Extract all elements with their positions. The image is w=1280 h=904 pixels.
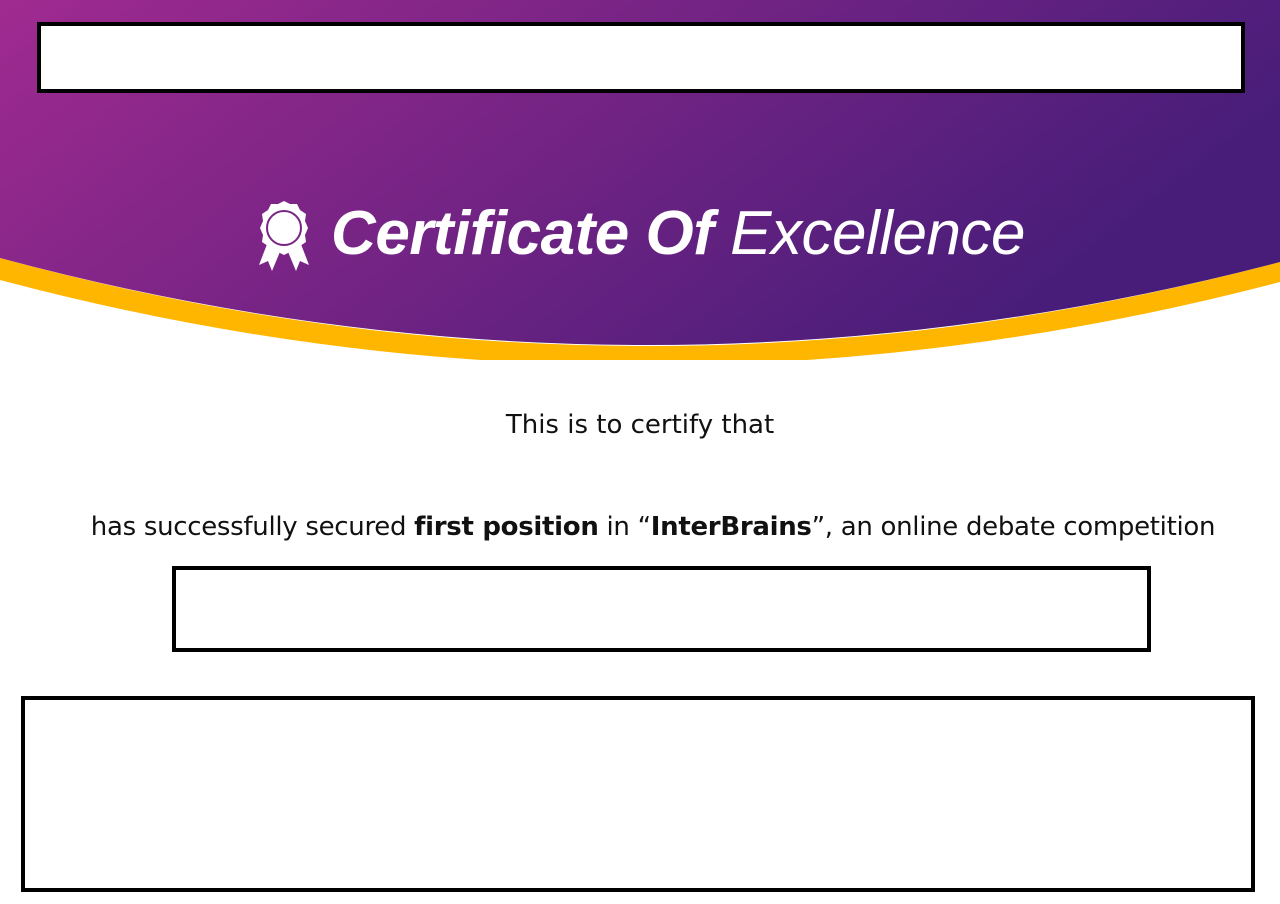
achievement-position: first position: [414, 512, 599, 542]
award-ribbon-icon: [259, 201, 310, 271]
title-light: Excellence: [730, 199, 1025, 268]
title-text: Certificate Of Excellence: [331, 203, 1025, 265]
redacted-block-top: [37, 22, 1245, 93]
certificate-title: Certificate Of Excellence: [0, 192, 1280, 276]
title-bold: Certificate Of: [331, 199, 714, 268]
achievement-suffix: ”, an online debate competition: [811, 512, 1216, 542]
achievement-text: has successfully secured first position …: [0, 512, 1280, 542]
achievement-prefix: has successfully secured: [90, 512, 415, 542]
redacted-block-bottom: [21, 696, 1255, 892]
achievement-middle: in “: [598, 512, 652, 542]
competition-name: InterBrains: [650, 512, 812, 542]
certificate-page: Certificate Of Excellence This is to cer…: [0, 0, 1280, 904]
redacted-block-middle: [172, 566, 1151, 652]
certify-text: This is to certify that: [505, 410, 775, 440]
